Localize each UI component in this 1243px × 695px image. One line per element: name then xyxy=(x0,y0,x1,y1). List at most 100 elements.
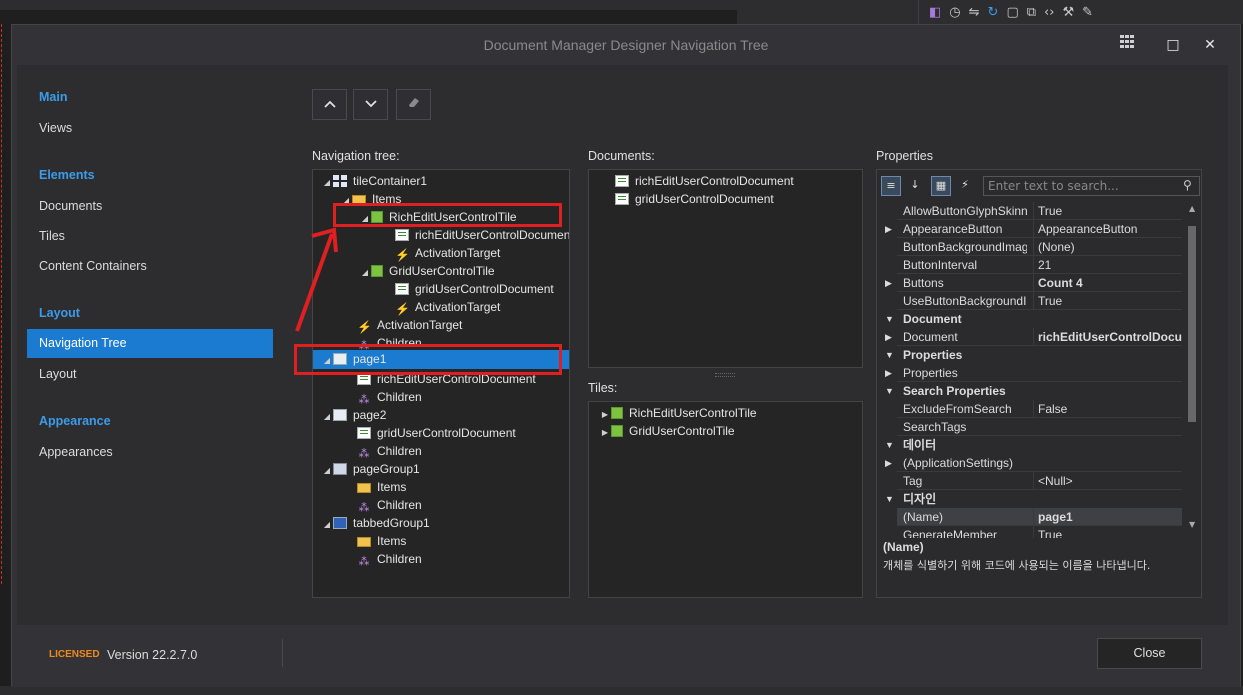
tree-node[interactable]: gridUserControlDocument xyxy=(357,424,516,442)
tree-node[interactable]: ⁂ Children xyxy=(357,442,422,460)
navigation-tree-label: Navigation tree: xyxy=(312,149,400,163)
children-icon: ⁂ xyxy=(358,502,370,514)
document-item[interactable]: gridUserControlDocument xyxy=(615,190,774,208)
sidebar-item-views[interactable]: Views xyxy=(39,121,72,135)
annotation-arrow xyxy=(295,227,338,332)
property-row[interactable]: UseButtonBackgroundImagesTrue xyxy=(897,292,1182,310)
tiles-panel: ▶ RichEditUserControlTile ▶ GridUserContro… xyxy=(588,401,863,598)
refresh-icon[interactable]: ↻ xyxy=(988,5,999,20)
tree-node[interactable]: gridUserControlDocument xyxy=(395,280,554,298)
document-icon xyxy=(395,229,409,241)
move-up-button[interactable] xyxy=(312,89,347,120)
property-row[interactable]: SearchTags xyxy=(897,418,1182,436)
property-row[interactable]: ▶ Buttons Count 4 xyxy=(885,274,1182,292)
property-row[interactable]: GenerateMember True xyxy=(897,526,1182,538)
tree-node[interactable]: Items xyxy=(357,478,406,496)
tree-node[interactable]: ◢ page2 xyxy=(321,406,386,424)
property-row[interactable]: ▶ AppearanceButton AppearanceButton xyxy=(885,220,1182,238)
tile-item[interactable]: ▶ GridUserControlTile xyxy=(599,422,735,440)
dialog-title: Document Manager Designer Navigation Tre… xyxy=(483,37,769,53)
property-row[interactable]: ButtonBackgroundImage (None) xyxy=(897,238,1182,256)
events-lightning-icon[interactable]: ⚡ xyxy=(955,176,975,196)
lightning-icon: ⚡ xyxy=(357,320,372,334)
tree-node[interactable]: ◢ tileContainer1 xyxy=(321,172,427,190)
documents-panel: richEditUserControlDocument gridUserCont… xyxy=(588,169,863,368)
document-icon xyxy=(615,175,629,187)
tree-node[interactable]: ⚡ ActivationTarget xyxy=(357,316,462,334)
maximize-button[interactable]: □ xyxy=(1162,35,1184,55)
sidebar-item-layout[interactable]: Layout xyxy=(39,367,77,381)
description-text: 개체를 식별하기 위해 코드에 사용되는 이름을 나타냅니다. xyxy=(883,559,1151,572)
sidebar-item-documents[interactable]: Documents xyxy=(39,199,102,213)
navigation-tree-panel: ◢ tileContainer1 ◢ Items ◢ RichEditUserCont… xyxy=(312,169,570,598)
scroll-up-icon[interactable]: ▲ xyxy=(1189,204,1195,213)
splitter-grip[interactable] xyxy=(715,373,735,377)
tree-node[interactable]: ◢ pageGroup1 xyxy=(321,460,420,478)
vs-icon[interactable]: ◧ xyxy=(929,5,941,20)
property-grid: AllowButtonGlyphSkinningTrue ▶Appearance… xyxy=(877,202,1185,538)
items-icon xyxy=(357,483,371,493)
property-pages-icon[interactable]: ▦ xyxy=(931,176,951,196)
swap-icon[interactable]: ⇋ xyxy=(969,5,980,20)
tree-node[interactable]: richEditUserControlDocument xyxy=(395,226,569,244)
categorized-icon[interactable]: ≡ xyxy=(881,176,901,196)
tree-node[interactable]: ⚡ ActivationTarget xyxy=(395,244,500,262)
scrollbar-thumb[interactable] xyxy=(1188,226,1196,422)
copy-icon[interactable]: ⧉ xyxy=(1027,5,1036,20)
sidebar-item-navigation-tree[interactable]: Navigation Tree xyxy=(27,329,273,358)
property-scrollbar[interactable]: ▲ ▼ xyxy=(1185,202,1201,532)
children-icon: ⁂ xyxy=(358,394,370,406)
tile-container-icon xyxy=(333,175,347,187)
version-text: Version 22.2.7.0 xyxy=(107,648,198,662)
tree-node[interactable]: ⁂ Children xyxy=(357,496,422,514)
property-row[interactable]: ▶DocumentrichEditUserControlDocument xyxy=(885,328,1182,346)
search-icon: ⚲ xyxy=(1183,178,1192,192)
sidebar-item-content-containers[interactable]: Content Containers xyxy=(39,259,147,273)
property-category[interactable]: ▼ Search Properties xyxy=(877,382,1182,400)
close-window-button[interactable]: ✕ xyxy=(1199,35,1221,55)
properties-toolbar: ≡ ↓ ▦ ⚡ Enter text to search... ⚲ xyxy=(877,170,1201,200)
property-row-selected[interactable]: (Name) page1 xyxy=(897,508,1182,526)
highlight-box-page1 xyxy=(294,344,562,375)
property-category[interactable]: ▼ 데이터 xyxy=(877,436,1182,454)
tree-node[interactable]: ⁂ Children xyxy=(357,388,422,406)
property-row[interactable]: AllowButtonGlyphSkinningTrue xyxy=(897,202,1182,220)
property-row[interactable]: ▶ Properties xyxy=(885,364,1182,382)
tree-node[interactable]: ◢ tabbedGroup1 xyxy=(321,514,430,532)
property-category[interactable]: ▼ 디자인 xyxy=(877,490,1182,508)
sidebar-item-appearances[interactable]: Appearances xyxy=(39,445,113,459)
tile-icon xyxy=(611,425,623,437)
code-icon[interactable]: ‹› xyxy=(1044,5,1054,20)
sidebar-item-tiles[interactable]: Tiles xyxy=(39,229,65,243)
eraser-icon[interactable] xyxy=(396,89,431,120)
pen-icon[interactable]: ✎ xyxy=(1082,5,1093,20)
tree-node[interactable]: Items xyxy=(357,532,406,550)
licensed-badge: LICENSED xyxy=(49,649,100,660)
history-icon[interactable]: ◷ xyxy=(949,5,960,20)
property-category[interactable]: ▼ Properties xyxy=(877,346,1182,364)
property-row[interactable]: ▶ (ApplicationSettings) xyxy=(885,454,1182,472)
property-category[interactable]: ▼ Document xyxy=(877,310,1182,328)
document-item[interactable]: richEditUserControlDocument xyxy=(615,172,794,190)
sort-alpha-icon[interactable]: ↓ xyxy=(905,176,925,196)
property-row[interactable]: ButtonInterval 21 xyxy=(897,256,1182,274)
move-down-button[interactable] xyxy=(353,89,388,120)
sidebar-group-layout: Layout xyxy=(39,306,80,320)
scroll-down-icon[interactable]: ▼ xyxy=(1189,520,1195,529)
property-search-input[interactable]: Enter text to search... xyxy=(983,176,1200,196)
grid-icon[interactable] xyxy=(1117,35,1139,55)
property-row[interactable]: Tag <Null> xyxy=(897,472,1182,490)
sidebar-group-appearance: Appearance xyxy=(39,414,111,428)
tile-icon xyxy=(611,407,623,419)
tree-node[interactable]: ◢ GridUserControlTile xyxy=(359,262,495,280)
tree-node[interactable]: ⁂ Children xyxy=(357,550,422,568)
tile-item[interactable]: ▶ RichEditUserControlTile xyxy=(599,404,757,422)
documents-label: Documents: xyxy=(588,149,655,163)
property-row[interactable]: ExcludeFromSearch False xyxy=(897,400,1182,418)
tile-icon xyxy=(371,265,383,277)
wrench-icon[interactable]: ⚒ xyxy=(1062,5,1074,20)
page-icon[interactable]: ▢ xyxy=(1006,5,1018,20)
close-button[interactable]: Close xyxy=(1097,638,1202,669)
document-icon xyxy=(357,427,371,439)
tree-node[interactable]: ⚡ ActivationTarget xyxy=(395,298,500,316)
